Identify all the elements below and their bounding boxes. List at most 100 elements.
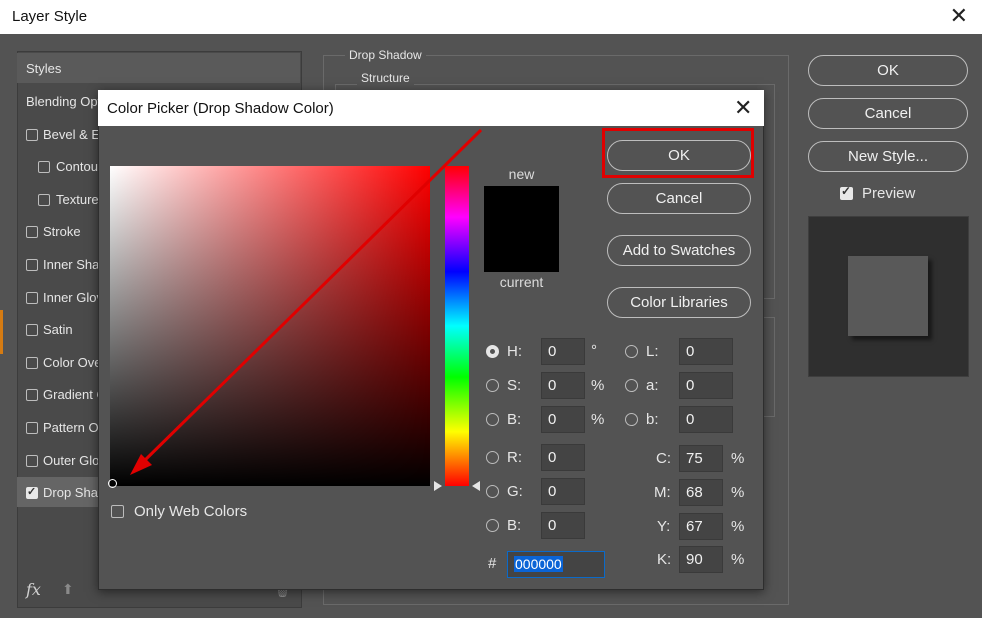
black-field[interactable]: 90 — [679, 546, 723, 573]
new-color-swatch — [484, 186, 559, 229]
style-item-checkbox[interactable] — [26, 324, 38, 337]
current-color-label: current — [499, 274, 544, 290]
layer-style-close-icon[interactable]: ✕ — [950, 4, 968, 28]
black-label: K: — [657, 551, 672, 568]
hue-slider-right-arrow-icon[interactable] — [472, 481, 480, 491]
hex-hash-label: # — [488, 555, 497, 572]
lab-b-label: b: — [646, 411, 659, 428]
style-item-label: Inner Sha — [43, 257, 100, 272]
lab-a-label: a: — [646, 377, 659, 394]
color-picker-title: Color Picker (Drop Shadow Color) — [107, 100, 334, 117]
style-item-label: Inner Glov — [43, 289, 103, 305]
hex-field[interactable]: 000000 — [507, 551, 605, 578]
ok-highlight-box — [602, 128, 754, 178]
green-label: G: — [507, 483, 523, 500]
style-item-checkbox[interactable] — [26, 259, 38, 271]
style-item-label: Texture — [56, 191, 99, 207]
styles-header[interactable]: Styles — [17, 53, 300, 83]
lab-a-radio[interactable] — [625, 379, 638, 392]
blue-field[interactable]: 0 — [541, 512, 585, 539]
new-color-label: new — [508, 166, 535, 182]
red-field[interactable]: 0 — [541, 444, 585, 471]
color-libraries-button[interactable]: Color Libraries — [607, 287, 751, 318]
style-item-checkbox[interactable] — [38, 161, 50, 174]
layer-style-titlebar — [0, 0, 982, 34]
style-item-checkbox[interactable] — [38, 193, 50, 206]
lightness-label: L: — [646, 343, 659, 360]
brightness-unit: % — [591, 411, 605, 428]
cyan-unit: % — [731, 450, 745, 467]
style-item-checkbox[interactable] — [26, 389, 38, 402]
new-style-button[interactable]: New Style... — [808, 141, 968, 172]
only-web-colors-label: Only Web Colors — [134, 503, 248, 520]
move-up-icon[interactable]: ⬆ — [62, 581, 76, 597]
lab-b-field[interactable]: 0 — [679, 406, 733, 433]
brightness-field[interactable]: 0 — [541, 406, 585, 433]
style-item-label: Color Ove — [43, 354, 102, 370]
style-item-label: Stroke — [43, 224, 81, 240]
brightness-radio[interactable] — [486, 413, 499, 426]
style-item-label: Satin — [43, 322, 73, 338]
style-item-label: Pattern Ov — [43, 420, 106, 435]
layer-style-title: Layer Style — [12, 8, 88, 25]
magenta-unit: % — [731, 484, 745, 501]
preview-label: Preview — [862, 185, 916, 202]
red-radio[interactable] — [486, 451, 499, 464]
color-field[interactable] — [110, 166, 430, 486]
green-field[interactable]: 0 — [541, 478, 585, 505]
yellow-field[interactable]: 67 — [679, 513, 723, 540]
style-item-label: Drop Shac — [43, 485, 105, 501]
style-item-checkbox[interactable] — [26, 128, 38, 141]
magenta-field[interactable]: 68 — [679, 479, 723, 506]
lab-a-field[interactable]: 0 — [679, 372, 733, 399]
layer-style-ok-button[interactable]: OK — [808, 55, 968, 86]
hex-value-selected: 000000 — [514, 556, 563, 572]
style-item-checkbox[interactable] — [26, 422, 38, 434]
preview-checkbox[interactable] — [840, 184, 853, 200]
current-color-swatch[interactable] — [484, 229, 559, 272]
preview-swatch — [848, 256, 928, 336]
structure-label: Structure — [357, 71, 414, 85]
yellow-label: Y: — [657, 518, 671, 535]
blue-label: B: — [507, 517, 522, 534]
green-radio[interactable] — [486, 485, 499, 498]
cyan-label: C: — [656, 450, 671, 467]
color-picker-close-icon[interactable]: ✕ — [734, 95, 752, 121]
hue-radio[interactable] — [486, 345, 499, 358]
hue-unit: ° — [591, 342, 597, 359]
add-to-swatches-button[interactable]: Add to Swatches — [607, 235, 751, 266]
layer-style-cancel-button[interactable]: Cancel — [808, 98, 968, 129]
blue-radio[interactable] — [486, 519, 499, 532]
fx-icon[interactable]: fx — [26, 580, 41, 599]
style-item-label: Contour — [56, 159, 103, 175]
hue-field[interactable]: 0 — [541, 338, 585, 365]
magenta-label: M: — [654, 484, 671, 501]
style-item-checkbox[interactable] — [26, 356, 38, 369]
red-label: R: — [507, 449, 522, 466]
style-item-label: Blending Opti — [26, 94, 105, 109]
saturation-field[interactable]: 0 — [541, 372, 585, 399]
saturation-label: S: — [507, 377, 522, 394]
saturation-radio[interactable] — [486, 379, 499, 392]
styles-header-label: Styles — [26, 61, 62, 76]
style-item-checkbox[interactable] — [26, 454, 38, 467]
cyan-field[interactable]: 75 — [679, 445, 723, 472]
drop-shadow-label: Drop Shadow — [345, 48, 426, 62]
only-web-colors-checkbox[interactable] — [111, 505, 124, 518]
lab-b-radio[interactable] — [625, 413, 638, 426]
lightness-field[interactable]: 0 — [679, 338, 733, 365]
saturation-unit: % — [591, 377, 605, 394]
style-item-label: Outer Glov — [43, 452, 106, 468]
color-field-handle[interactable] — [108, 479, 117, 488]
lightness-radio[interactable] — [625, 345, 638, 358]
brightness-label: B: — [507, 411, 522, 428]
color-picker-cancel-button[interactable]: Cancel — [607, 183, 751, 214]
hue-slider[interactable] — [445, 166, 469, 486]
hue-slider-left-arrow-icon[interactable] — [434, 481, 442, 491]
style-item-checkbox[interactable] — [26, 291, 38, 304]
style-item-label: Gradient C — [43, 387, 106, 403]
style-item-checkbox[interactable] — [26, 485, 38, 500]
style-item-label: Bevel & E — [43, 126, 101, 142]
style-item-checkbox[interactable] — [26, 226, 38, 239]
hue-label: H: — [507, 343, 522, 360]
